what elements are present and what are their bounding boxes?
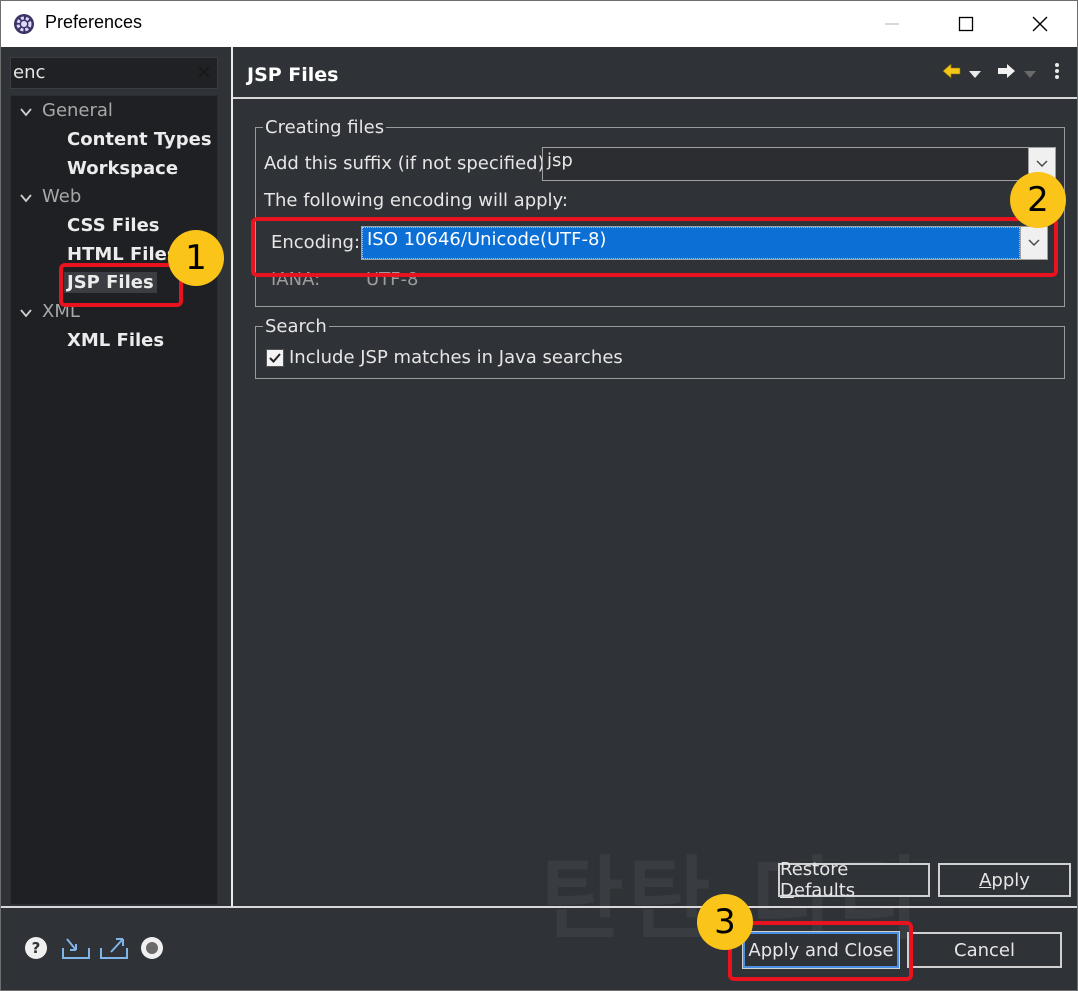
page-title: JSP Files bbox=[247, 64, 339, 86]
apply-button[interactable]: Apply bbox=[938, 863, 1071, 897]
chevron-down-icon[interactable] bbox=[19, 191, 33, 205]
checkmark-icon bbox=[269, 353, 281, 363]
back-dropdown-icon[interactable] bbox=[969, 71, 981, 78]
chevron-down-icon bbox=[1036, 160, 1048, 167]
restore-defaults-label: Restore Defaults bbox=[780, 859, 856, 901]
maximize-icon bbox=[958, 16, 974, 32]
help-icon[interactable]: ? bbox=[24, 936, 48, 960]
clear-filter-icon[interactable] bbox=[195, 63, 213, 81]
title-separator bbox=[233, 97, 1077, 99]
tree-item-web[interactable]: Web bbox=[42, 186, 81, 207]
minimize-button[interactable] bbox=[857, 1, 927, 47]
svg-text:?: ? bbox=[32, 939, 41, 957]
forward-dropdown-icon[interactable] bbox=[1024, 71, 1036, 78]
chevron-down-icon[interactable] bbox=[19, 306, 33, 320]
highlight-jsp-files bbox=[59, 263, 183, 307]
step-badge-1: 1 bbox=[168, 230, 224, 286]
search-legend: Search bbox=[263, 316, 329, 337]
preference-tree: General Content Types Workspace Web CSS … bbox=[10, 95, 218, 905]
maximize-button[interactable] bbox=[931, 1, 1001, 47]
tree-item-content-types[interactable]: Content Types bbox=[67, 129, 212, 150]
include-jsp-checkbox[interactable] bbox=[266, 349, 284, 367]
step-badge-2: 2 bbox=[1010, 172, 1066, 228]
tree-item-general[interactable]: General bbox=[42, 100, 113, 121]
window-title: Preferences bbox=[45, 12, 143, 32]
restore-defaults-button[interactable]: Restore Defaults bbox=[778, 859, 930, 901]
record-icon[interactable] bbox=[140, 936, 164, 960]
close-icon bbox=[1032, 16, 1048, 32]
sash[interactable] bbox=[231, 47, 233, 907]
forward-arrow-icon[interactable] bbox=[998, 64, 1015, 78]
title-bar: Preferences bbox=[1, 1, 1077, 47]
encoding-hint: The following encoding will apply: bbox=[264, 190, 568, 211]
cancel-button[interactable]: Cancel bbox=[907, 932, 1062, 968]
page-navigation bbox=[942, 63, 1059, 79]
suffix-label: Add this suffix (if not specified): bbox=[264, 153, 551, 174]
tree-item-xml-files[interactable]: XML Files bbox=[67, 330, 164, 351]
preferences-window: Preferences General Content Types Worksp… bbox=[0, 0, 1078, 991]
step-badge-3: 3 bbox=[697, 894, 753, 950]
suffix-value: jsp bbox=[547, 150, 573, 171]
include-jsp-label[interactable]: Include JSP matches in Java searches bbox=[289, 347, 623, 368]
export-icon[interactable] bbox=[99, 936, 129, 960]
tree-item-css-files[interactable]: CSS Files bbox=[67, 215, 160, 236]
apply-label: Apply bbox=[979, 869, 1030, 891]
highlight-apply-and-close bbox=[728, 921, 913, 981]
highlight-encoding bbox=[251, 217, 1058, 277]
tree-item-workspace[interactable]: Workspace bbox=[67, 158, 178, 179]
view-menu-icon[interactable] bbox=[1055, 63, 1059, 79]
back-arrow-icon[interactable] bbox=[942, 63, 961, 79]
eclipse-preferences-icon bbox=[14, 14, 34, 34]
chevron-down-icon[interactable] bbox=[19, 105, 33, 119]
close-button[interactable] bbox=[1005, 1, 1075, 47]
filter-box bbox=[10, 57, 218, 89]
creating-files-legend: Creating files bbox=[263, 117, 387, 138]
import-icon[interactable] bbox=[61, 936, 91, 960]
filter-input[interactable] bbox=[13, 61, 189, 83]
suffix-combo[interactable]: jsp bbox=[542, 147, 1056, 181]
minimize-icon bbox=[885, 23, 899, 25]
footer-separator bbox=[1, 906, 1077, 908]
tree-item-html-files[interactable]: HTML Files bbox=[67, 244, 178, 265]
